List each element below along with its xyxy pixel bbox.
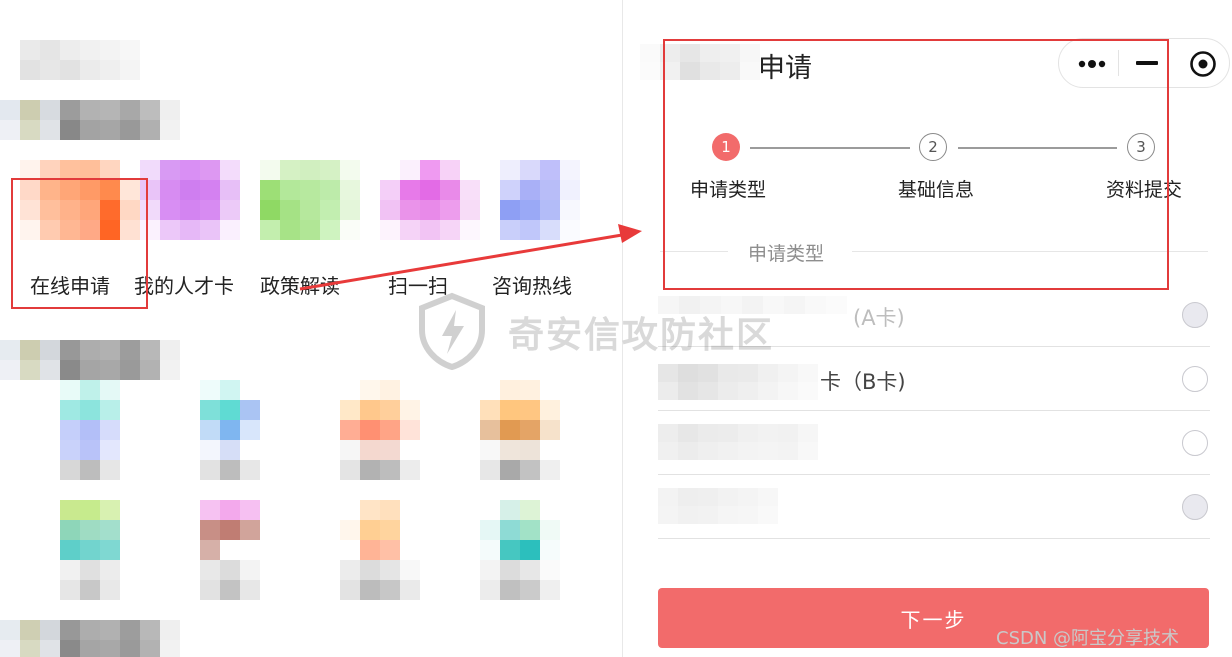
- csdn-credit: CSDN @阿宝分享技术: [996, 628, 1180, 649]
- watermark-text: 奇安信攻防社区: [508, 315, 775, 356]
- watermark-shield-icon: [416, 292, 488, 371]
